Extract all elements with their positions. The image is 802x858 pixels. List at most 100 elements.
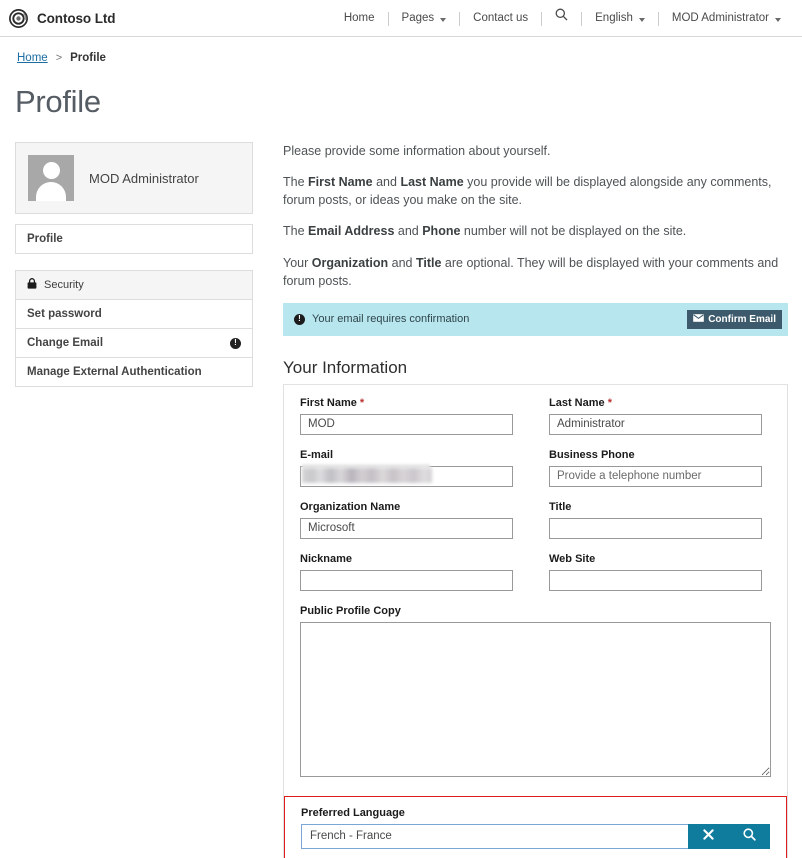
field-first-name: First Name * bbox=[300, 397, 513, 435]
title-input[interactable] bbox=[549, 517, 762, 539]
sidebar: MOD Administrator Profile Security Set p… bbox=[15, 142, 253, 387]
exclamation-circle-icon: ! bbox=[230, 337, 241, 349]
intro-p4-c: and bbox=[388, 255, 416, 270]
field-last-name: Last Name * bbox=[549, 397, 762, 435]
field-last-name-label-text: Last Name bbox=[549, 396, 605, 409]
sidebar-item-change-email-label: Change Email bbox=[27, 337, 104, 349]
intro-text: Please provide some information about yo… bbox=[283, 142, 788, 290]
intro-p3-email-address: Email Address bbox=[308, 224, 395, 239]
public-profile-copy-textarea[interactable] bbox=[300, 621, 771, 777]
form-row-org: Organization Name Title bbox=[300, 501, 771, 539]
sidebar-item-manage-external-authentication-label: Manage External Authentication bbox=[27, 366, 202, 378]
intro-p2-last-name: Last Name bbox=[400, 175, 464, 190]
intro-p3-d: number will not be displayed on the site… bbox=[460, 224, 687, 239]
organization-name-input[interactable] bbox=[300, 517, 513, 539]
last-name-input[interactable] bbox=[549, 413, 762, 435]
preferred-language-input[interactable] bbox=[301, 823, 688, 849]
brand-link[interactable]: Contoso Ltd bbox=[9, 8, 116, 28]
nickname-input[interactable] bbox=[300, 569, 513, 591]
field-nickname-label: Nickname bbox=[300, 552, 352, 565]
envelope-icon bbox=[693, 313, 705, 325]
profile-form: First Name * Last Name * E-mail bbox=[283, 384, 788, 858]
intro-paragraph-4: Your Organization and Title are optional… bbox=[283, 254, 788, 290]
intro-p4-title: Title bbox=[415, 255, 442, 270]
clear-x-icon bbox=[703, 829, 714, 843]
sidebar-item-manage-external-authentication[interactable]: Manage External Authentication bbox=[16, 358, 252, 387]
search-icon bbox=[555, 0, 568, 37]
preferred-language-highlight-box: Preferred Language bbox=[284, 795, 787, 858]
intro-p3-c: and bbox=[394, 224, 423, 239]
nav-item-contact-us-label: Contact us bbox=[473, 12, 529, 24]
sidebar-nav-security: Security Set password Change Email ! Man… bbox=[15, 270, 253, 387]
nav-item-language[interactable]: English bbox=[582, 0, 658, 37]
web-site-input[interactable] bbox=[549, 569, 762, 591]
breadcrumb-current: Profile bbox=[70, 52, 106, 64]
first-name-input[interactable] bbox=[300, 413, 513, 435]
field-preferred-language-label: Preferred Language bbox=[301, 806, 405, 819]
field-organization-name: Organization Name bbox=[300, 501, 513, 539]
field-web-site: Web Site bbox=[549, 553, 762, 591]
sidebar-item-set-password-label: Set password bbox=[27, 308, 102, 320]
search-icon bbox=[743, 828, 756, 844]
field-web-site-label: Web Site bbox=[549, 552, 596, 565]
intro-p3-phone: Phone bbox=[422, 224, 461, 239]
field-email-label: E-mail bbox=[300, 448, 334, 461]
preferred-language-clear-button[interactable] bbox=[688, 823, 729, 849]
business-phone-input[interactable] bbox=[549, 465, 762, 487]
breadcrumb-home-link[interactable]: Home bbox=[17, 52, 48, 64]
form-row-public-profile-copy: Public Profile Copy bbox=[300, 605, 771, 782]
nav-item-user-menu[interactable]: MOD Administrator bbox=[659, 0, 794, 37]
intro-paragraph-1: Please provide some information about yo… bbox=[283, 144, 551, 158]
nav-item-home-label: Home bbox=[343, 12, 375, 24]
top-navbar: Contoso Ltd Home Pages Contact us Englis… bbox=[0, 0, 802, 37]
sidebar-item-profile[interactable]: Profile bbox=[16, 225, 252, 254]
preferred-language-input-group bbox=[301, 823, 770, 849]
intro-paragraph-2: The First Name and Last Name you provide… bbox=[283, 173, 788, 209]
main-panel: Please provide some information about yo… bbox=[283, 142, 788, 858]
nav-item-pages[interactable]: Pages bbox=[389, 0, 460, 37]
nav-item-user-menu-label: MOD Administrator bbox=[671, 12, 769, 24]
nav-item-language-label: English bbox=[595, 12, 633, 24]
sidebar-item-profile-label: Profile bbox=[27, 233, 63, 245]
alert-message: Your email requires confirmation bbox=[312, 313, 470, 326]
sidebar-profile-name: MOD Administrator bbox=[89, 170, 199, 186]
section-title-your-information: Your Information bbox=[283, 357, 408, 377]
sidebar-profile-card: MOD Administrator bbox=[15, 142, 253, 214]
breadcrumb-separator: > bbox=[55, 52, 63, 64]
nav-item-contact-us[interactable]: Contact us bbox=[460, 0, 541, 37]
email-redaction-overlay bbox=[302, 467, 432, 483]
intro-p2-first-name: First Name bbox=[308, 175, 373, 190]
chevron-down-icon bbox=[638, 17, 645, 22]
intro-p2-a: The bbox=[283, 175, 309, 190]
brand-name: Contoso Ltd bbox=[37, 10, 116, 26]
intro-p4-organization: Organization bbox=[311, 255, 389, 270]
sidebar-item-change-email[interactable]: Change Email ! bbox=[16, 329, 252, 358]
field-title-label: Title bbox=[549, 500, 572, 513]
email-confirmation-alert: ! Your email requires confirmation Confi… bbox=[283, 302, 788, 336]
field-email: E-mail bbox=[300, 449, 513, 487]
nav-search-button[interactable] bbox=[542, 0, 581, 37]
field-nickname: Nickname bbox=[300, 553, 513, 591]
field-last-name-label: Last Name * bbox=[549, 397, 762, 409]
form-row-names: First Name * Last Name * bbox=[300, 397, 771, 435]
chevron-down-icon bbox=[440, 17, 447, 22]
field-public-profile-copy-label: Public Profile Copy bbox=[300, 604, 401, 617]
nav-item-home[interactable]: Home bbox=[331, 0, 388, 37]
form-row-contact: E-mail Business Phone bbox=[300, 449, 771, 487]
contoso-ring-logo-icon bbox=[9, 8, 28, 28]
page-title: Profile bbox=[15, 84, 101, 119]
confirm-email-button[interactable]: Confirm Email bbox=[687, 309, 782, 329]
lock-icon bbox=[27, 278, 37, 292]
field-first-name-label: First Name * bbox=[300, 397, 513, 409]
field-first-name-label-text: First Name bbox=[300, 396, 357, 409]
exclamation-circle-icon: ! bbox=[294, 313, 305, 325]
form-row-nickname-website: Nickname Web Site bbox=[300, 553, 771, 591]
navbar-menu: Home Pages Contact us English MOD Admini… bbox=[331, 0, 794, 37]
page-content: MOD Administrator Profile Security Set p… bbox=[0, 120, 802, 858]
chevron-down-icon bbox=[775, 17, 781, 22]
confirm-email-button-label: Confirm Email bbox=[708, 313, 776, 325]
email-input-wrapper bbox=[300, 463, 513, 487]
sidebar-item-set-password[interactable]: Set password bbox=[16, 300, 252, 329]
preferred-language-search-button[interactable] bbox=[729, 823, 770, 849]
intro-paragraph-3: The Email Address and Phone number will … bbox=[283, 222, 788, 240]
